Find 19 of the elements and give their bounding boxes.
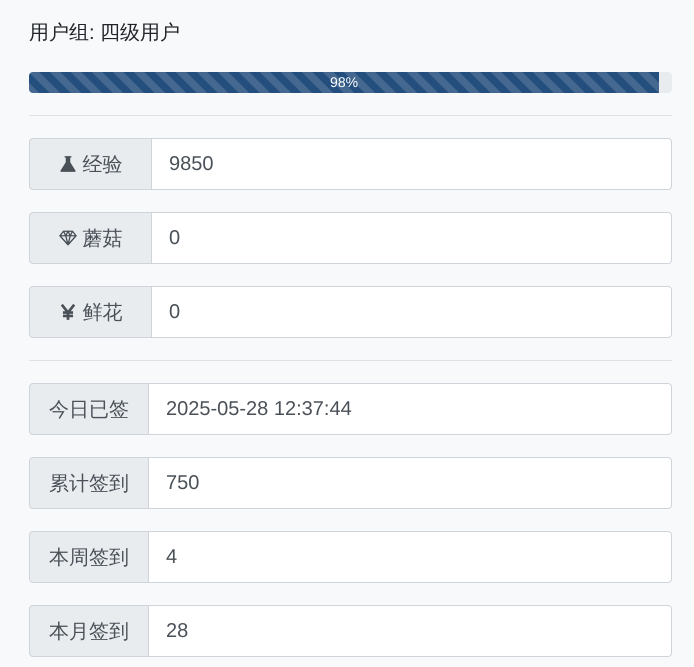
field-label: 本周签到 [29, 531, 149, 583]
field-label: 本月签到 [29, 605, 149, 657]
value-field: 0 [152, 212, 672, 264]
value-field: 750 [149, 457, 672, 509]
progress-fill: 98% [29, 72, 660, 93]
field-label: 蘑菇 [82, 226, 122, 252]
value-field: 28 [149, 605, 672, 657]
value-field: 9850 [152, 138, 672, 190]
field-label: 经验 [82, 152, 122, 178]
user-group-title: 用户组: 四级用户 [29, 21, 182, 46]
yen-icon [58, 303, 76, 321]
value-field: 2025-05-28 12:37:44 [149, 383, 672, 435]
field-label: 鲜花 [82, 300, 122, 326]
flask-icon [58, 155, 76, 173]
field-label: 累计签到 [29, 457, 149, 509]
value-field: 0 [152, 286, 672, 338]
gem-icon [58, 229, 76, 247]
field-label: 今日已签 [29, 383, 149, 435]
value-field: 4 [149, 531, 672, 583]
